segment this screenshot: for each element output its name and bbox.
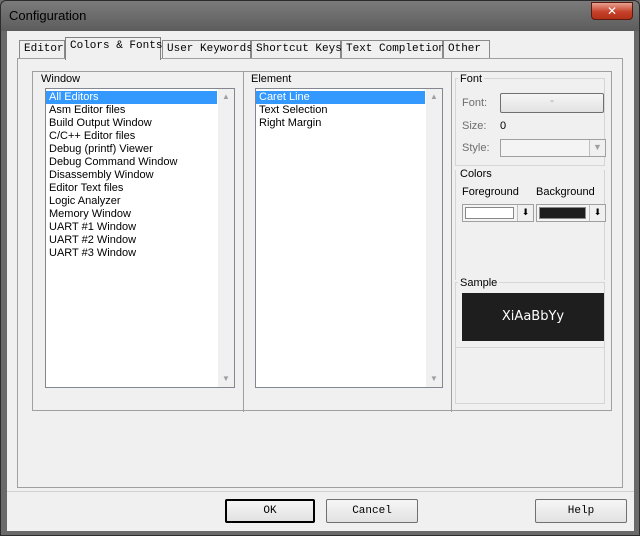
tab-label: Editor: [24, 43, 64, 55]
size-value: 0: [500, 120, 507, 132]
background-label: Background: [536, 186, 595, 198]
dropdown-arrow-icon[interactable]: ⬇: [589, 205, 605, 221]
list-item[interactable]: Caret Line: [256, 91, 425, 104]
divider: [451, 72, 452, 412]
close-button[interactable]: ✕: [591, 2, 633, 20]
list-item[interactable]: Editor Text files: [46, 182, 217, 195]
element-listbox[interactable]: Caret Line Text Selection Right Margin ▲…: [255, 88, 443, 388]
list-item[interactable]: UART #2 Window: [46, 234, 217, 247]
window-group: Window All Editors Asm Editor files Buil…: [37, 73, 237, 404]
list-item[interactable]: Debug Command Window: [46, 156, 217, 169]
list-item[interactable]: Memory Window: [46, 208, 217, 221]
tab-label: Colors & Fonts: [70, 40, 163, 52]
list-item[interactable]: Disassembly Window: [46, 169, 217, 182]
list-item[interactable]: Asm Editor files: [46, 104, 217, 117]
font-button-label: -: [548, 96, 556, 108]
title-bar[interactable]: Configuration ✕: [1, 1, 639, 31]
chevron-down-icon[interactable]: ▼: [589, 140, 605, 156]
colors-group-label: Colors: [458, 168, 494, 180]
colors-fonts-panel: Window All Editors Asm Editor files Buil…: [17, 58, 623, 488]
list-item[interactable]: Logic Analyzer: [46, 195, 217, 208]
style-dropdown[interactable]: ▼: [500, 139, 606, 157]
font-select-button[interactable]: -: [500, 93, 604, 113]
foreground-label: Foreground: [462, 186, 519, 198]
scroll-down-icon[interactable]: ▼: [218, 371, 234, 387]
window-listbox[interactable]: All Editors Asm Editor files Build Outpu…: [45, 88, 235, 388]
font-group-label: Font: [458, 73, 485, 85]
tab-label: Other: [448, 43, 482, 55]
style-label: Style:: [462, 142, 490, 154]
cancel-label: Cancel: [352, 505, 392, 517]
element-group-label: Element: [249, 73, 294, 85]
background-color-picker[interactable]: ⬇: [536, 204, 606, 222]
font-label: Font:: [462, 97, 488, 109]
tab-label: User Keywords: [167, 43, 253, 55]
tab-shortcut-keys[interactable]: Shortcut Keys: [251, 40, 342, 59]
size-label: Size:: [462, 120, 487, 132]
list-item[interactable]: C/C++ Editor files: [46, 130, 217, 143]
close-icon: ✕: [606, 4, 618, 18]
foreground-swatch: [465, 207, 514, 219]
list-item[interactable]: Text Selection: [256, 104, 425, 117]
tab-user-keywords[interactable]: User Keywords: [162, 40, 253, 59]
window-list: All Editors Asm Editor files Build Outpu…: [46, 91, 217, 260]
sample-group: Sample XiAaBbYy: [455, 277, 605, 348]
font-group: Font Font: - Size: 0 Style: ▼: [455, 73, 606, 166]
list-item[interactable]: All Editors: [46, 91, 217, 104]
tab-label: Text Completion: [346, 43, 446, 55]
configuration-dialog: Configuration ✕ Editor Colors & Fonts Us…: [0, 0, 640, 536]
panel-frame: Window All Editors Asm Editor files Buil…: [32, 71, 612, 412]
sample-preview: XiAaBbYy: [462, 293, 604, 341]
dialog-client-area: Editor Colors & Fonts User Keywords Shor…: [7, 31, 634, 531]
cancel-button[interactable]: Cancel: [326, 499, 418, 523]
dropdown-arrow-icon[interactable]: ⬇: [517, 205, 533, 221]
element-group: Element Caret Line Text Selection Right …: [247, 73, 447, 404]
help-button[interactable]: Help: [535, 499, 627, 523]
list-item[interactable]: UART #1 Window: [46, 221, 217, 234]
tab-label: Shortcut Keys: [256, 43, 342, 55]
tab-text-completion[interactable]: Text Completion: [341, 40, 446, 59]
ok-label: OK: [263, 505, 277, 517]
element-list: Caret Line Text Selection Right Margin: [256, 91, 425, 130]
sample-group-label: Sample: [458, 277, 500, 289]
tab-other[interactable]: Other: [443, 40, 490, 59]
right-column-frame: [455, 348, 605, 404]
list-item[interactable]: Debug (printf) Viewer: [46, 143, 217, 156]
tab-editor[interactable]: Editor: [19, 40, 65, 59]
element-list-scrollbar[interactable]: ▲ ▼: [426, 89, 442, 387]
list-item[interactable]: Right Margin: [256, 117, 425, 130]
colors-group: Colors Foreground Background ⬇ ⬇: [455, 168, 606, 280]
separator: [7, 491, 634, 492]
help-label: Help: [567, 505, 595, 517]
scroll-up-icon[interactable]: ▲: [218, 89, 234, 105]
foreground-color-picker[interactable]: ⬇: [462, 204, 534, 222]
window-title: Configuration: [9, 8, 87, 23]
scroll-up-icon[interactable]: ▲: [426, 89, 442, 105]
divider: [243, 72, 244, 412]
ok-button[interactable]: OK: [225, 499, 315, 523]
list-item[interactable]: Build Output Window: [46, 117, 217, 130]
scroll-down-icon[interactable]: ▼: [426, 371, 442, 387]
list-item[interactable]: UART #3 Window: [46, 247, 217, 260]
window-group-label: Window: [39, 73, 83, 85]
window-list-scrollbar[interactable]: ▲ ▼: [218, 89, 234, 387]
background-swatch: [539, 207, 586, 219]
tab-colors-fonts[interactable]: Colors & Fonts: [65, 37, 163, 60]
